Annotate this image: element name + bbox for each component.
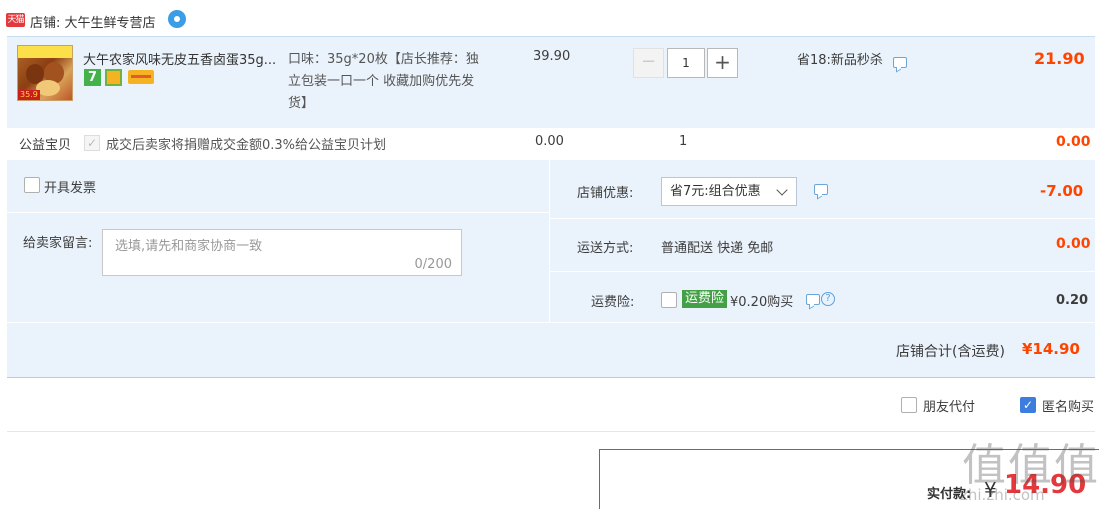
friend-pay-label[interactable]: 朋友代付 bbox=[923, 396, 975, 415]
seller-message-placeholder: 选填,请先和商家协商一致 bbox=[115, 239, 263, 254]
charity-row: 公益宝贝 ✓ 成交后卖家将捐赠成交金额0.3%给公益宝贝计划 0.00 1 0.… bbox=[7, 128, 1095, 158]
seven-day-return-icon[interactable]: 7 bbox=[84, 69, 101, 86]
order-options-panel: 开具发票 给卖家留言: 选填,请先和商家协商一致 0/200 店铺优惠: 省7元… bbox=[7, 160, 1095, 378]
charity-description: 成交后卖家将捐赠成交金额0.3%给公益宝贝计划 bbox=[106, 138, 387, 153]
shop-coupon-value: 省7元:组合优惠 bbox=[670, 184, 761, 199]
divider bbox=[7, 212, 549, 213]
quantity-decrease-button[interactable]: − bbox=[633, 48, 664, 78]
guarantee-icon[interactable] bbox=[105, 69, 122, 86]
shipping-method: 普通配送 快递 免邮 bbox=[661, 241, 774, 256]
divider bbox=[7, 431, 1095, 432]
friend-pay-checkbox[interactable] bbox=[901, 397, 917, 413]
product-thumbnail[interactable]: 35.9 bbox=[17, 45, 73, 101]
quantity-increase-button[interactable]: + bbox=[707, 48, 738, 78]
promotion-text: 省18:新品秒杀 bbox=[797, 53, 883, 68]
divider bbox=[549, 160, 550, 322]
divider bbox=[550, 218, 1095, 219]
watermark-logo: 值值值 bbox=[962, 440, 1100, 491]
chevron-down-icon bbox=[776, 184, 788, 196]
divider bbox=[550, 271, 1095, 272]
shop-name-link[interactable]: 店铺: 大午生鲜专营店 bbox=[30, 12, 156, 31]
anonymous-purchase-label[interactable]: 匿名购买 bbox=[1042, 396, 1094, 415]
unit-price: 39.90 bbox=[533, 49, 571, 64]
card-icon[interactable] bbox=[128, 70, 154, 84]
quantity-input[interactable]: 1 bbox=[667, 48, 705, 78]
message-char-count: 0/200 bbox=[414, 257, 452, 272]
product-title-link[interactable]: 大午农家风味无皮五香卤蛋35g... bbox=[83, 49, 283, 68]
product-sku: 口味：35g*20枚【店长推荐：独立包装一口一个 收藏加购优先发货】 bbox=[288, 52, 479, 111]
shop-coupon-label: 店铺优惠: bbox=[577, 186, 634, 201]
charity-checkbox: ✓ bbox=[84, 135, 100, 151]
shipping-insurance-label: 运费险: bbox=[591, 295, 635, 310]
anonymous-purchase-checkbox[interactable]: ✓ bbox=[1020, 397, 1036, 413]
invoice-checkbox[interactable] bbox=[24, 177, 40, 193]
insurance-info-icon[interactable] bbox=[806, 294, 820, 305]
wangwang-chat-icon[interactable] bbox=[168, 10, 186, 28]
tmall-badge: 天猫 bbox=[6, 13, 25, 27]
shipping-insurance-price: ¥0.20购买 bbox=[730, 295, 794, 310]
watermark-text: zhi.zhi.com bbox=[960, 486, 1045, 504]
promotion-info-icon[interactable] bbox=[893, 57, 907, 68]
charity-amount: 0.00 bbox=[535, 134, 564, 149]
charity-label: 公益宝贝 bbox=[19, 138, 72, 153]
help-icon[interactable]: ? bbox=[821, 292, 835, 306]
shipping-insurance-tag: 运费险 bbox=[682, 290, 728, 308]
seller-message-input[interactable]: 选填,请先和商家协商一致 0/200 bbox=[102, 229, 462, 276]
coupon-amount: -7.00 bbox=[1040, 182, 1084, 200]
seller-message-label: 给卖家留言: bbox=[23, 236, 93, 251]
shop-coupon-select[interactable]: 省7元:组合优惠 bbox=[661, 177, 797, 206]
shop-subtotal-label: 店铺合计(含运费) bbox=[896, 344, 1005, 360]
charity-total: 0.00 bbox=[1056, 134, 1091, 150]
shipping-amount: 0.00 bbox=[1056, 236, 1091, 252]
thumbnail-price-tag: 35.9 bbox=[18, 90, 40, 100]
cart-item-row: 35.9 大午农家风味无皮五香卤蛋35g... 7 口味：35g*20枚【店长推… bbox=[7, 36, 1095, 128]
coupon-info-icon[interactable] bbox=[814, 184, 828, 195]
item-total-price: 21.90 bbox=[1034, 49, 1085, 68]
shop-header: 天猫 店铺: 大午生鲜专营店 bbox=[0, 0, 1110, 36]
shipping-insurance-amount: 0.20 bbox=[1056, 293, 1089, 308]
shipping-label: 运送方式: bbox=[577, 241, 634, 256]
shipping-insurance-checkbox[interactable] bbox=[661, 292, 677, 308]
divider bbox=[7, 322, 1095, 323]
charity-quantity: 1 bbox=[679, 134, 688, 149]
shop-subtotal-amount: ¥14.90 bbox=[1022, 340, 1080, 358]
invoice-label[interactable]: 开具发票 bbox=[44, 177, 96, 196]
